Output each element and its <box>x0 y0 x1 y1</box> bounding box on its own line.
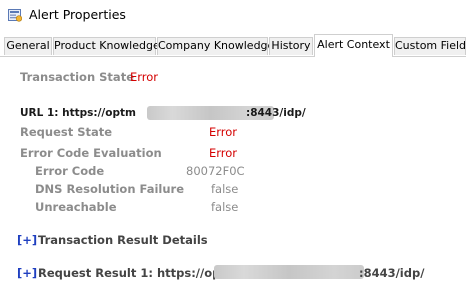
tab-custom-fields[interactable]: Custom Fields <box>394 37 466 55</box>
request-state-value: Error <box>209 125 238 139</box>
alert-properties-icon <box>8 9 22 22</box>
alert-context-panel: Transaction State Error URL 1: https://o… <box>0 57 466 297</box>
dns-resolution-failure-value: false <box>211 182 239 196</box>
transaction-state-value: Error <box>130 70 159 84</box>
url1-suffix: :8443/idp/ <box>246 107 306 119</box>
error-code-value: 80072F0C <box>186 164 245 178</box>
tab-bar: General Product Knowledge Company Knowle… <box>0 34 466 57</box>
url1-prefix: URL 1: https://optm <box>20 107 136 119</box>
error-code-label: Error Code <box>35 164 105 178</box>
request-result-expand-button[interactable]: [+] <box>17 266 37 280</box>
request-state-label: Request State <box>20 125 113 139</box>
unreachable-label: Unreachable <box>35 200 117 214</box>
tab-general[interactable]: General <box>4 37 52 55</box>
tab-alert-context[interactable]: Alert Context <box>314 34 393 57</box>
tab-product-knowledge[interactable]: Product Knowledge <box>53 37 160 55</box>
transaction-state-label: Transaction State <box>20 70 134 84</box>
error-code-evaluation-label: Error Code Evaluation <box>20 146 162 160</box>
dns-resolution-failure-label: DNS Resolution Failure <box>35 182 185 196</box>
unreachable-value: false <box>211 200 239 214</box>
transaction-result-expand-button[interactable]: [+] <box>17 233 37 247</box>
window-title: Alert Properties <box>29 7 126 22</box>
redacted-hostname-2 <box>214 265 364 279</box>
error-code-evaluation-value: Error <box>209 146 238 160</box>
tab-company-knowledge[interactable]: Company Knowledge <box>157 37 274 55</box>
transaction-result-details-label: Transaction Result Details <box>38 233 208 247</box>
request-result-suffix: :8443/idp/ <box>359 266 425 280</box>
title-bar: Alert Properties <box>0 0 466 30</box>
request-result-prefix: Request Result 1: https://optm <box>38 266 238 280</box>
tab-history[interactable]: History <box>269 37 313 55</box>
